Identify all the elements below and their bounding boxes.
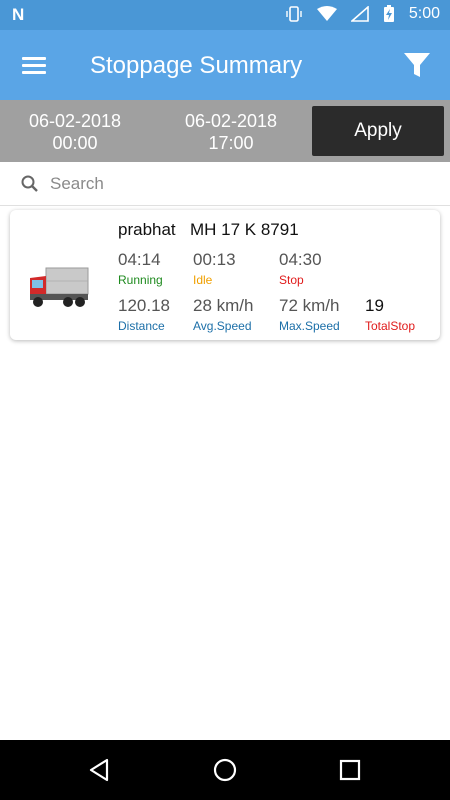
idle-label: Idle	[193, 273, 213, 287]
max-speed-value: 72 km/h	[279, 296, 340, 315]
system-nav-bar	[0, 740, 450, 800]
idle-value: 00:13	[193, 250, 236, 269]
from-time: 00:00	[52, 133, 98, 153]
avg-speed-value: 28 km/h	[193, 296, 254, 315]
battery-charging-icon	[383, 5, 394, 22]
signal-icon	[350, 6, 369, 22]
distance-stat: 120.18 Distance	[118, 296, 170, 333]
stop-stat: 04:30 Stop	[279, 250, 322, 287]
total-stop-stat: 19 TotalStop	[365, 296, 415, 333]
running-label: Running	[118, 273, 163, 287]
back-icon[interactable]	[87, 757, 113, 783]
running-value: 04:14	[118, 250, 161, 269]
filter-icon[interactable]	[402, 50, 432, 80]
truck-icon	[30, 267, 89, 307]
search-icon	[21, 175, 38, 192]
page-title: Stoppage Summary	[90, 52, 303, 79]
driver-name: prabhat	[118, 220, 176, 239]
clock: 5:00	[408, 5, 440, 22]
max-speed-stat: 72 km/h Max.Speed	[279, 296, 340, 333]
search-input[interactable]	[50, 168, 430, 200]
recents-icon[interactable]	[337, 757, 363, 783]
stop-label: Stop	[279, 273, 304, 287]
stop-value: 04:30	[279, 250, 322, 269]
notification-n-icon: N	[12, 5, 25, 24]
avg-speed-label: Avg.Speed	[193, 319, 252, 333]
apply-button[interactable]: Apply	[312, 106, 444, 156]
total-stop-label: TotalStop	[365, 319, 416, 333]
vehicle-plate: MH 17 K 8791	[190, 220, 299, 239]
running-stat: 04:14 Running	[118, 250, 163, 287]
to-date: 06-02-2018	[184, 111, 278, 131]
status-bar: N 5:00	[0, 0, 450, 30]
search-bar	[0, 162, 450, 206]
from-datetime-picker[interactable]: 06-02-2018 00:00	[0, 110, 150, 154]
distance-value: 120.18	[118, 296, 170, 315]
avg-speed-stat: 28 km/h Avg.Speed	[193, 296, 253, 333]
max-speed-label: Max.Speed	[279, 319, 340, 333]
to-time: 17:00	[208, 133, 254, 153]
vibrate-icon	[286, 6, 302, 22]
vehicle-card[interactable]: prabhat MH 17 K 8791 04:14 Running 00:13…	[10, 210, 440, 340]
idle-stat: 00:13 Idle	[193, 250, 236, 287]
status-icons: 5:00	[285, 5, 440, 23]
menu-icon[interactable]	[22, 55, 48, 75]
app-bar: Stoppage Summary	[0, 30, 450, 100]
wifi-icon	[316, 6, 337, 21]
home-icon[interactable]	[212, 757, 238, 783]
distance-label: Distance	[118, 319, 165, 333]
to-datetime-picker[interactable]: 06-02-2018 17:00	[156, 110, 306, 154]
total-stop-value: 19	[365, 296, 384, 315]
from-date: 06-02-2018	[28, 111, 122, 131]
